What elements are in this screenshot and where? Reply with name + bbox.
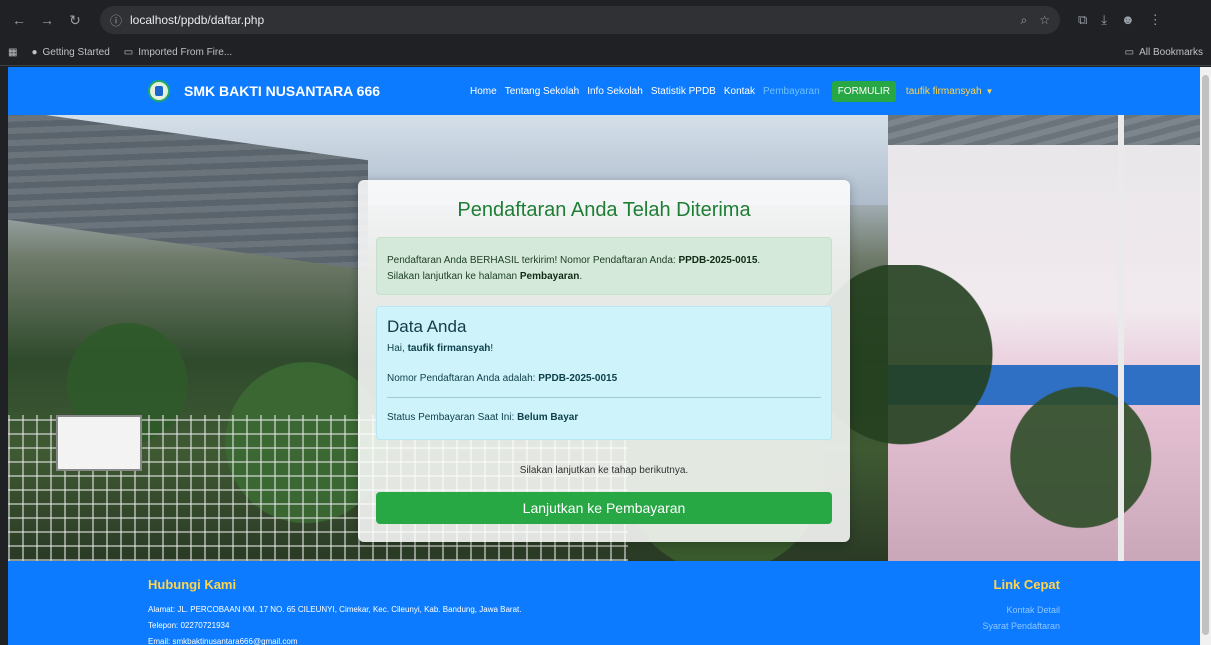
browser-toolbar: ← → ↻ ⓘ localhost/ppdb/daftar.php ⌕ ☆ ⧉ … <box>0 0 1211 40</box>
url-text[interactable]: localhost/ppdb/daftar.php <box>130 13 264 27</box>
page-viewport: SMK BAKTI NUSANTARA 666 Home Tentang Sek… <box>8 67 1200 645</box>
site-info-icon[interactable]: ⓘ <box>110 12 122 29</box>
forward-icon[interactable]: → <box>36 9 58 31</box>
school-logo-icon <box>148 80 170 102</box>
alert-reg-no: PPDB-2025-0015 <box>678 255 758 266</box>
profile-icon[interactable]: ☻ <box>1121 12 1135 28</box>
nav-pembayaran[interactable]: Pembayaran <box>763 86 820 97</box>
zoom-icon[interactable]: ⌕ <box>1021 13 1028 28</box>
payment-status: Belum Bayar <box>517 412 579 423</box>
hero-flag-pole <box>1118 115 1124 561</box>
download-icon[interactable]: ⤓ <box>1101 12 1107 28</box>
data-anda-box: Data Anda Hai, taufik firmansyah! Nomor … <box>376 306 832 440</box>
hero-basketball-hoop <box>56 415 142 471</box>
footer-contact-title: Hubungi Kami <box>148 577 237 592</box>
next-step-text: Silakan lanjutkan ke tahap berikutnya. <box>519 465 689 476</box>
confirmation-card: Pendaftaran Anda Telah Diterima Pendafta… <box>358 180 850 542</box>
address-bar[interactable]: ⓘ localhost/ppdb/daftar.php ⌕ ☆ <box>100 6 1060 34</box>
footer-email: Email: smkbaktinusantara666@gmail.com <box>148 637 298 645</box>
divider <box>387 397 821 398</box>
nav-kontak[interactable]: Kontak <box>724 86 755 97</box>
site-navbar: SMK BAKTI NUSANTARA 666 Home Tentang Sek… <box>8 67 1200 115</box>
site-footer: Hubungi Kami Alamat: JL. PERCOBAAN KM. 1… <box>8 561 1200 645</box>
alert-text-2: Silakan lanjutkan ke halaman <box>387 271 520 282</box>
user-dropdown[interactable]: taufik firmansyah ▼ <box>906 86 994 97</box>
caret-down-icon: ▼ <box>985 86 994 96</box>
bookmark-getting-started[interactable]: ● Getting Started <box>31 47 109 58</box>
brand-name: SMK BAKTI NUSANTARA 666 <box>184 83 381 99</box>
extensions-icon[interactable]: ⧉ <box>1078 12 1087 28</box>
payment-status-line: Status Pembayaran Saat Ini: Belum Bayar <box>387 412 579 423</box>
greeting-line: Hai, taufik firmansyah! <box>387 343 494 354</box>
data-heading: Data Anda <box>387 317 467 336</box>
brand[interactable]: SMK BAKTI NUSANTARA 666 <box>148 67 380 115</box>
back-icon[interactable]: ← <box>8 9 30 31</box>
footer-address: Alamat: JL. PERCOBAAN KM. 17 NO. 65 CILE… <box>148 605 522 614</box>
footer-link-syarat[interactable]: Syarat Pendaftaran <box>982 618 1060 634</box>
bookmark-star-icon[interactable]: ☆ <box>1039 13 1050 28</box>
formulir-button[interactable]: FORMULIR <box>831 80 896 102</box>
all-bookmarks[interactable]: ▭ All Bookmarks <box>1125 47 1203 58</box>
hero-background: Pendaftaran Anda Telah Diterima Pendafta… <box>8 115 1200 561</box>
card-title: Pendaftaran Anda Telah Diterima <box>457 199 751 221</box>
alert-page-link[interactable]: Pembayaran <box>520 271 579 282</box>
nav-statistik-ppdb[interactable]: Statistik PPDB <box>651 86 716 97</box>
folder-icon: ▭ <box>1124 47 1135 58</box>
bookmarks-bar: ▦ ● Getting Started ▭ Imported From Fire..… <box>0 40 1211 66</box>
footer-contact: Hubungi Kami Alamat: JL. PERCOBAAN KM. 1… <box>148 577 522 645</box>
nav-home[interactable]: Home <box>470 86 497 97</box>
nav-tentang-sekolah[interactable]: Tentang Sekolah <box>505 86 580 97</box>
user-name: taufik firmansyah <box>905 85 982 97</box>
footer-quick-links: Link Cepat Kontak Detail Syarat Pendafta… <box>982 577 1060 634</box>
alert-text-1: Pendaftaran Anda BERHASIL terkirim! Nomo… <box>387 255 679 266</box>
folder-icon: ▭ <box>123 47 134 58</box>
reg-number: PPDB-2025-0015 <box>538 373 618 384</box>
nav-links: Home Tentang Sekolah Info Sekolah Statis… <box>470 67 993 115</box>
reg-number-line: Nomor Pendaftaran Anda adalah: PPDB-2025… <box>387 373 618 384</box>
page-scrollbar[interactable] <box>1200 67 1211 645</box>
scrollbar-thumb[interactable] <box>1202 75 1209 635</box>
bookmark-imported[interactable]: ▭ Imported From Fire... <box>124 47 232 58</box>
menu-icon[interactable]: ⋮ <box>1149 12 1162 28</box>
continue-to-payment-button[interactable]: Lanjutkan ke Pembayaran <box>376 492 832 524</box>
footer-phone: Telepon: 02270721934 <box>148 621 230 630</box>
user-fullname: taufik firmansyah <box>407 343 491 354</box>
apps-icon[interactable]: ▦ <box>8 47 17 58</box>
success-alert: Pendaftaran Anda BERHASIL terkirim! Nomo… <box>376 237 832 295</box>
footer-links-title: Link Cepat <box>993 577 1060 592</box>
nav-info-sekolah[interactable]: Info Sekolah <box>587 86 643 97</box>
footer-link-kontak-detail[interactable]: Kontak Detail <box>982 602 1060 618</box>
firefox-icon: ● <box>31 47 38 58</box>
reload-icon[interactable]: ↻ <box>64 9 86 31</box>
